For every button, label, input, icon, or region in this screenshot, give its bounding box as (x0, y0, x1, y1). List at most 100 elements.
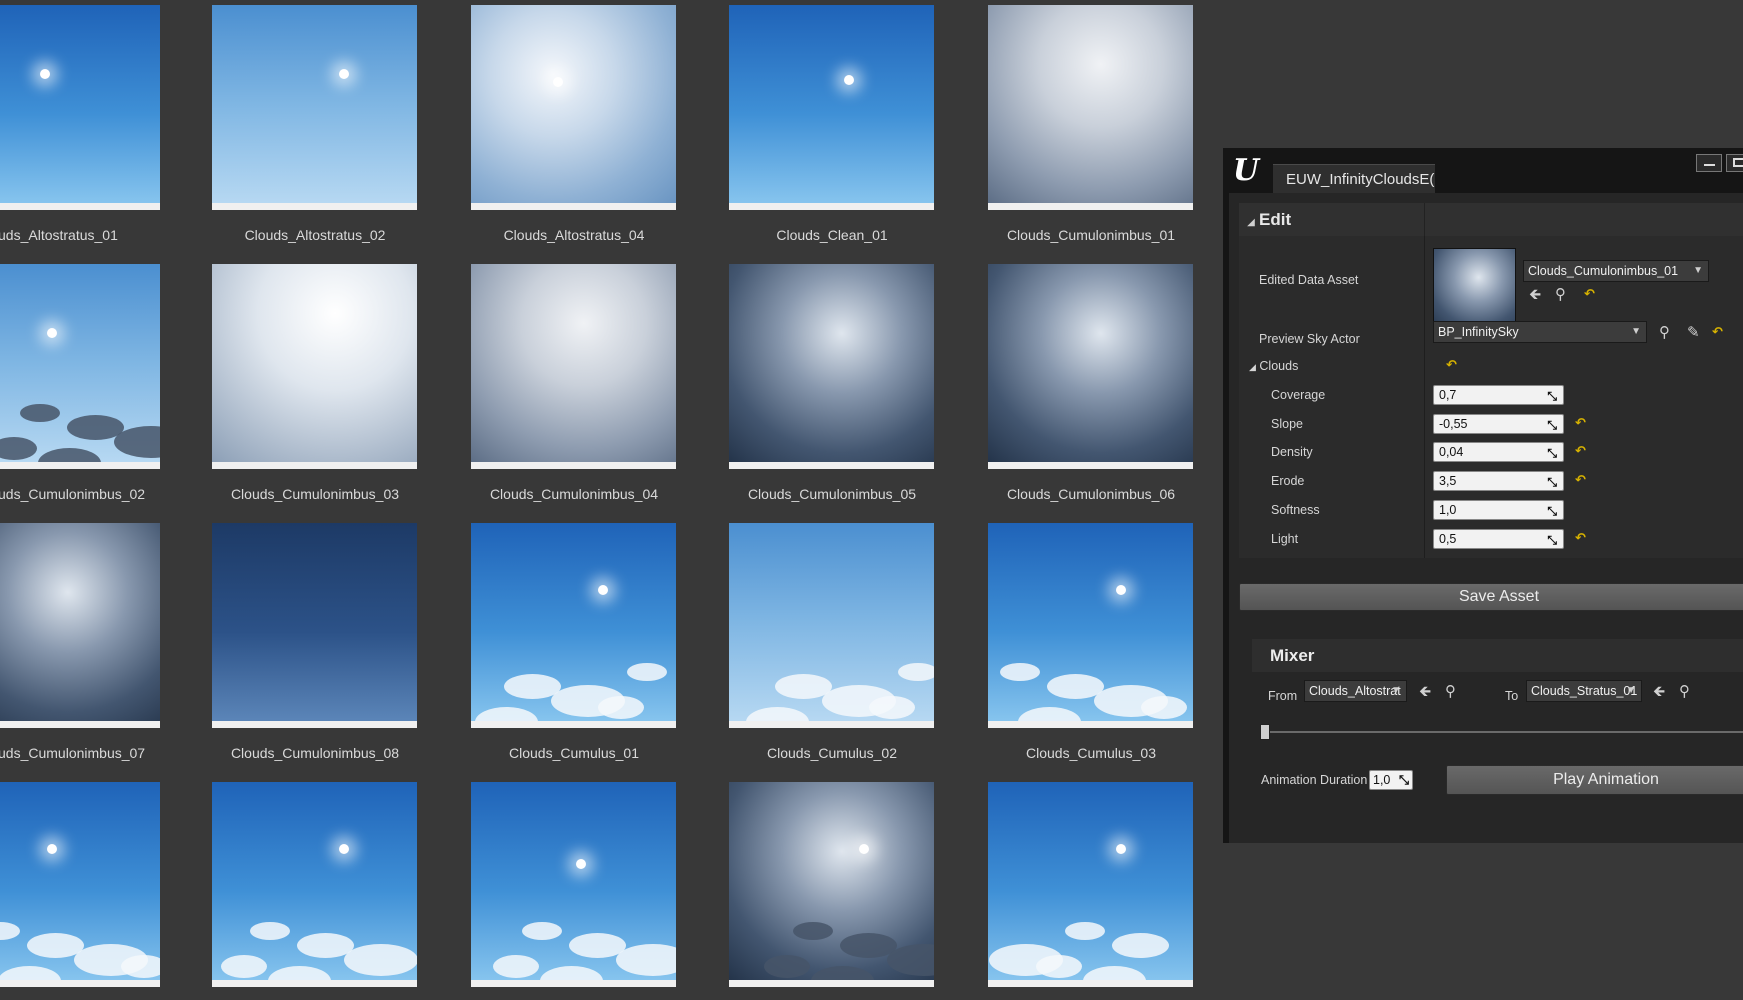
asset-grid: Clouds_Altostratus_01 Clouds_Altostratus_… (0, 0, 1200, 1000)
asset-thumbnail-tile[interactable] (212, 5, 417, 210)
play-animation-button[interactable]: Play Animation (1446, 765, 1743, 795)
reset-to-default-icon[interactable]: ↶ (1575, 530, 1586, 546)
clouds-group-header[interactable]: ◢ Clouds (1249, 359, 1298, 373)
browse-search-icon[interactable]: ⚲ (1555, 286, 1566, 304)
sun-disc (598, 585, 608, 595)
collapse-arrow-icon: ◢ (1247, 217, 1255, 228)
asset-thumbnail-tile[interactable] (0, 782, 160, 987)
mixer-slider-track[interactable] (1264, 731, 1743, 733)
property-value-field[interactable]: -0,55 ⤡ (1433, 414, 1564, 434)
to-browse-search-icon[interactable]: ⚲ (1679, 683, 1690, 701)
from-dropdown[interactable]: Clouds_Altostrat ▼ (1304, 680, 1407, 702)
to-use-selected-arrow-icon[interactable]: 🡸 (1653, 683, 1665, 701)
expand-arrow-icon: ◢ (1249, 362, 1256, 372)
browse-actor-search-icon[interactable]: ⚲ (1659, 324, 1670, 342)
asset-thumbnail-tile[interactable] (0, 5, 160, 210)
sky-thumbnail-image (212, 264, 417, 462)
preview-sky-actor-dropdown[interactable]: BP_InfinitySky ▼ (1433, 321, 1647, 343)
mixer-slider-handle[interactable] (1260, 724, 1270, 740)
asset-thumbnail-tile[interactable] (0, 264, 160, 469)
asset-thumbnail-tile[interactable] (212, 782, 417, 987)
sun-disc (553, 77, 563, 87)
cloud-puff (344, 944, 417, 976)
sky-thumbnail-image (0, 523, 160, 721)
sun-disc (40, 69, 50, 79)
use-selected-arrow-icon[interactable]: 🡸 (1529, 286, 1541, 304)
from-use-selected-arrow-icon[interactable]: 🡸 (1419, 683, 1431, 701)
asset-thumbnail-tile[interactable] (212, 264, 417, 469)
asset-thumbnail-tile[interactable] (471, 523, 676, 728)
from-browse-search-icon[interactable]: ⚲ (1445, 683, 1456, 701)
to-label: To (1505, 689, 1519, 703)
asset-thumbnail-tile[interactable] (988, 782, 1193, 987)
asset-thumbnail-tile[interactable] (471, 5, 676, 210)
reset-to-default-icon[interactable]: ↶ (1575, 472, 1586, 488)
property-value: 0,5 (1439, 532, 1457, 546)
asset-color-bar (212, 721, 417, 728)
asset-thumbnail-tile[interactable] (729, 782, 934, 987)
sky-thumbnail-image (212, 523, 417, 721)
cloud-puff (598, 696, 644, 719)
asset-thumbnail[interactable] (1433, 248, 1516, 331)
asset-thumbnail-tile[interactable] (729, 523, 934, 728)
asset-label: Clouds_Cumulonimbus_07 (0, 745, 146, 761)
property-value-field[interactable]: 0,7 ⤡ (1433, 385, 1564, 405)
reset-to-default-icon[interactable]: ↶ (1575, 443, 1586, 459)
edit-section-header[interactable]: ◢ Edit (1239, 203, 1743, 236)
reset-to-default-icon[interactable]: ↶ (1584, 286, 1595, 302)
property-label: Coverage (1271, 388, 1326, 402)
chevron-down-icon: ▼ (1693, 265, 1703, 276)
asset-thumbnail-tile[interactable] (988, 264, 1193, 469)
property-label: Light (1271, 532, 1299, 546)
titlebar: U EUW_InfinityCloudsE( (1223, 148, 1743, 193)
animation-duration-field[interactable]: 1,0 ⤡ (1369, 770, 1413, 790)
sky-thumbnail-image (471, 5, 676, 203)
edited-data-asset-dropdown[interactable]: Clouds_Cumulonimbus_01 ▼ (1523, 260, 1709, 282)
asset-thumbnail-tile[interactable] (988, 523, 1193, 728)
asset-color-bar (988, 721, 1193, 728)
save-asset-button[interactable]: Save Asset (1239, 583, 1743, 611)
property-value-field[interactable]: 3,5 ⤡ (1433, 471, 1564, 491)
chevron-down-icon: ▼ (1626, 685, 1636, 696)
cloud-puff (121, 955, 160, 978)
asset-color-bar (471, 980, 676, 987)
reset-to-default-icon[interactable]: ↶ (1446, 357, 1457, 373)
column-splitter[interactable] (1424, 236, 1425, 558)
sun-disc (844, 75, 854, 85)
asset-thumbnail-tile[interactable] (729, 264, 934, 469)
property-value-field[interactable]: 1,0 ⤡ (1433, 500, 1564, 520)
reset-to-default-icon[interactable]: ↶ (1712, 324, 1723, 340)
cloud-puff (1036, 955, 1082, 978)
drag-handle-icon: ⤡ (1547, 418, 1557, 432)
chevron-down-icon: ▼ (1391, 685, 1401, 696)
column-divider (1424, 203, 1425, 236)
property-label: Softness (1271, 503, 1320, 517)
asset-label: Clouds_Clean_01 (776, 227, 888, 243)
asset-color-bar (729, 462, 934, 469)
property-value-field[interactable]: 0,5 ⤡ (1433, 529, 1564, 549)
asset-thumbnail-tile[interactable] (0, 523, 160, 728)
asset-thumbnail-tile[interactable] (729, 5, 934, 210)
eyedropper-icon[interactable]: ✎ (1687, 324, 1700, 342)
preview-sky-actor-label: Preview Sky Actor (1259, 332, 1360, 346)
asset-label: Clouds_Cumulonimbus_02 (0, 486, 146, 502)
reset-to-default-icon[interactable]: ↶ (1575, 415, 1586, 431)
asset-thumbnail-tile[interactable] (988, 5, 1193, 210)
cloud-puff (1065, 922, 1105, 940)
to-value: Clouds_Stratus_01 (1531, 684, 1638, 698)
asset-label: Clouds_Altostratus_02 (244, 227, 386, 243)
cloud-puff (221, 955, 267, 978)
asset-label: Clouds_Cumulus_02 (767, 745, 897, 761)
maximize-icon[interactable] (1726, 154, 1743, 172)
asset-thumbnail-tile[interactable] (471, 264, 676, 469)
to-dropdown[interactable]: Clouds_Stratus_01 ▼ (1526, 680, 1642, 702)
asset-thumbnail-tile[interactable] (471, 782, 676, 987)
asset-thumbnail-tile[interactable] (212, 523, 417, 728)
tab-euw-infinity-clouds[interactable]: EUW_InfinityCloudsE( (1273, 164, 1435, 193)
mixer-section-header: Mixer (1252, 639, 1743, 672)
asset-color-bar (212, 462, 417, 469)
minimize-icon[interactable] (1696, 154, 1722, 172)
sky-thumbnail-image (0, 5, 160, 203)
cloud-puff (522, 922, 562, 940)
property-value-field[interactable]: 0,04 ⤡ (1433, 442, 1564, 462)
